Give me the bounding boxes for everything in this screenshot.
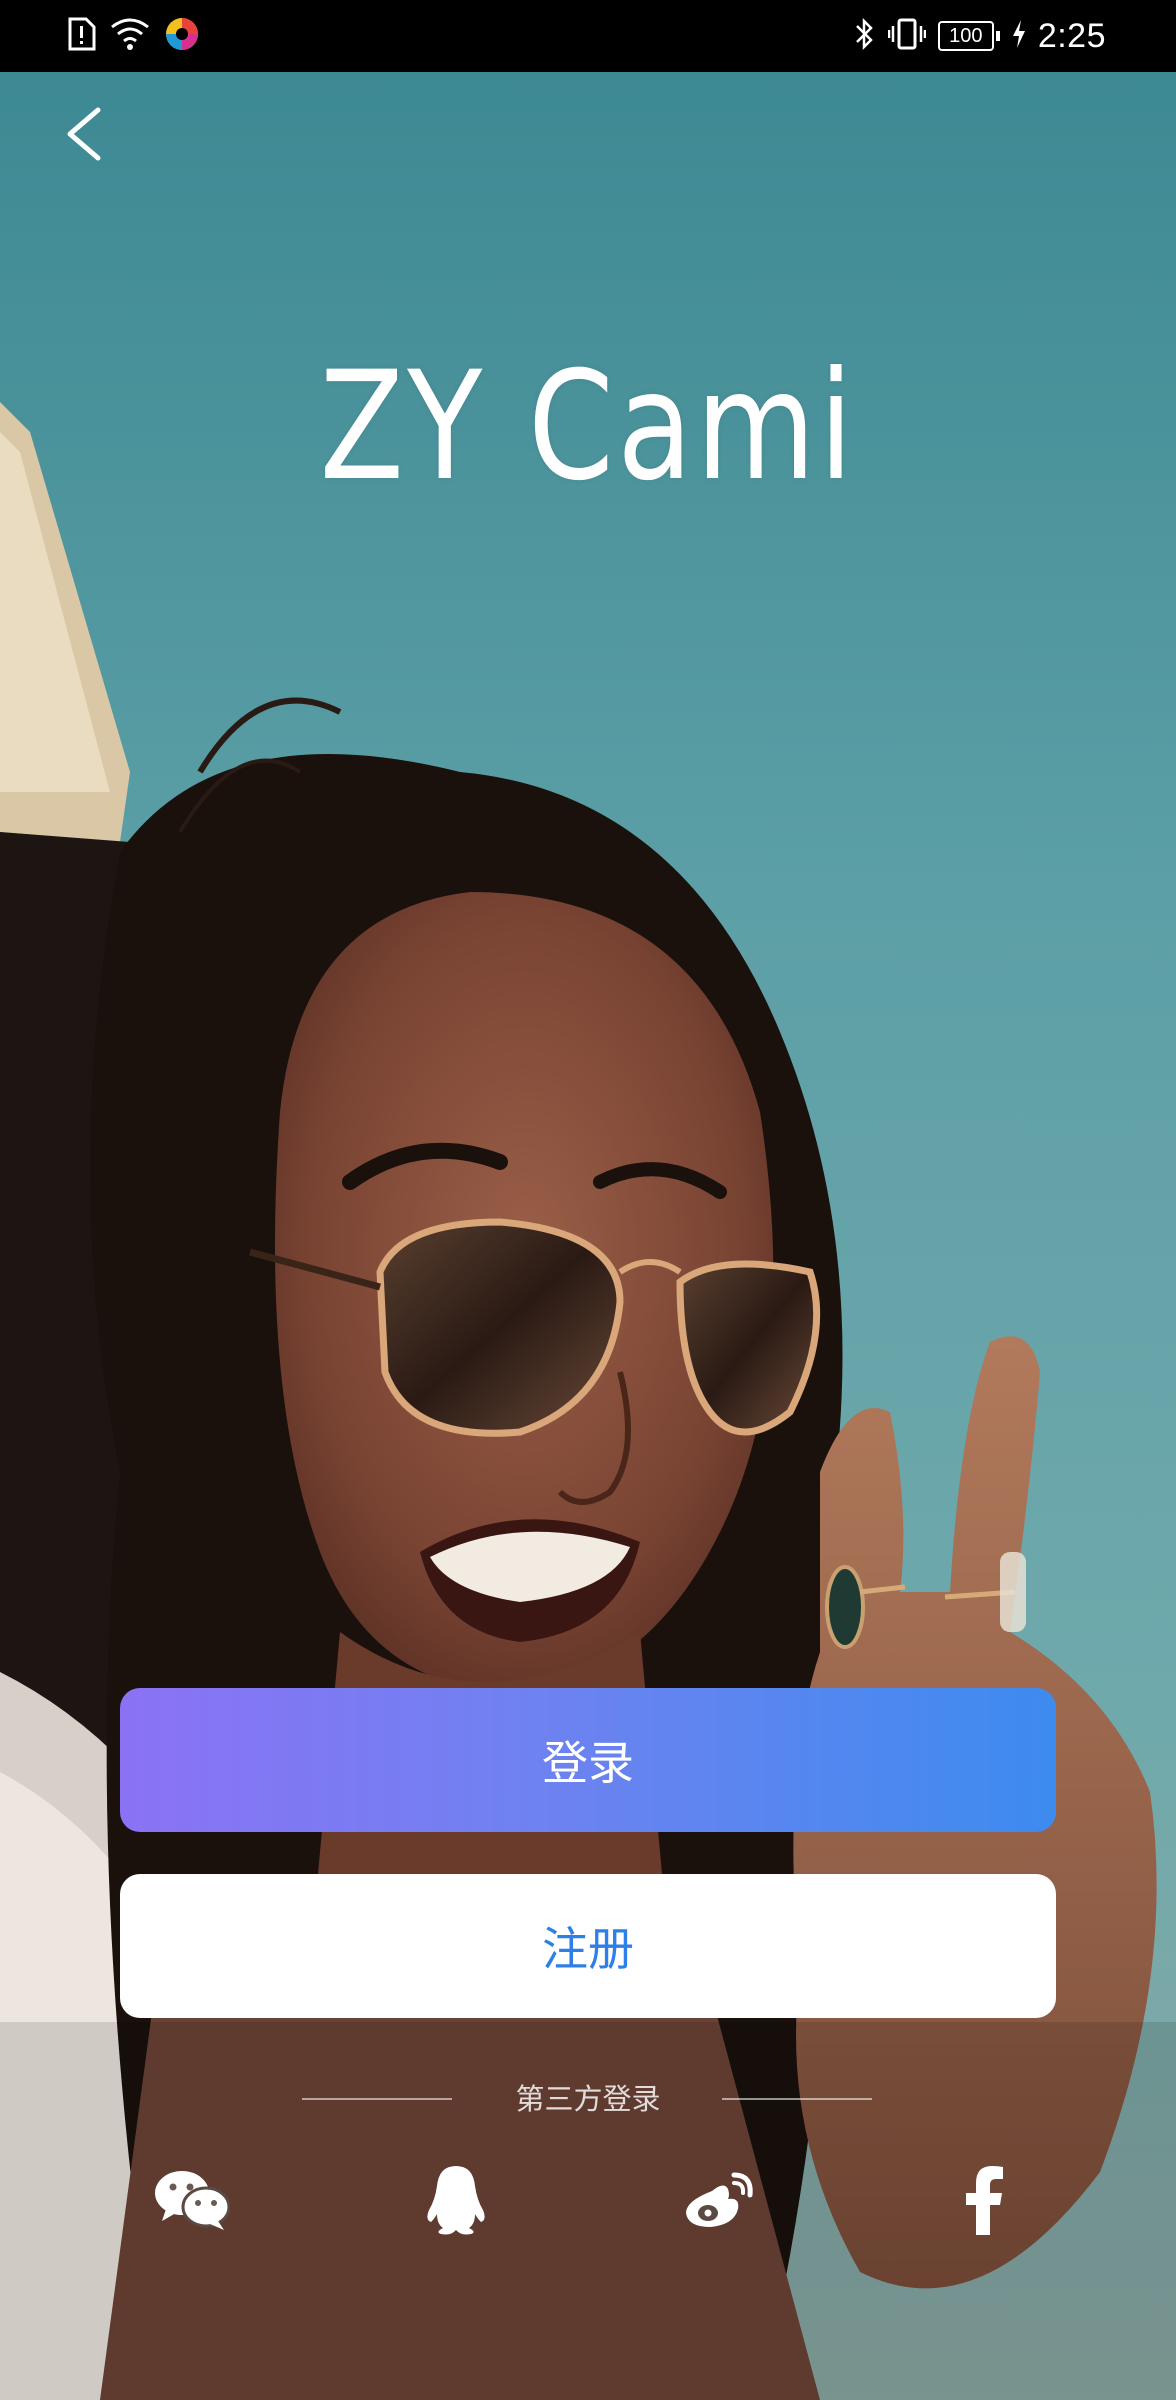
app-title: ZY Cami [319, 340, 857, 514]
weibo-login-button[interactable] [670, 2150, 770, 2250]
charging-icon [1012, 19, 1026, 53]
status-right-icons: 100 2:25 [854, 14, 1106, 58]
chevron-left-icon [67, 107, 101, 161]
qq-icon [427, 2166, 485, 2235]
wifi-icon [110, 17, 150, 55]
vibrate-icon [887, 17, 927, 55]
sim-alert-icon [66, 17, 96, 55]
third-party-divider: 第三方登录 [0, 2074, 1176, 2124]
bluetooth-icon [854, 17, 876, 55]
weibo-icon [686, 2172, 753, 2227]
facebook-login-button[interactable] [934, 2150, 1034, 2250]
social-login-row [0, 2150, 1176, 2250]
login-button[interactable]: 登录 [120, 1688, 1056, 1832]
battery-level: 100 [937, 21, 994, 51]
qq-login-button[interactable] [406, 2150, 506, 2250]
back-button[interactable] [54, 96, 118, 172]
status-time: 2:25 [1037, 16, 1106, 55]
facebook-icon [966, 2166, 1003, 2235]
wechat-icon [155, 2171, 230, 2230]
wechat-login-button[interactable] [142, 2150, 242, 2250]
app-notification-icon [164, 16, 200, 56]
divider-line-right [722, 2098, 872, 2100]
status-left-icons [66, 14, 200, 58]
status-bar: 100 2:25 [0, 0, 1176, 72]
register-button[interactable]: 注册 [120, 1874, 1056, 2018]
battery-icon: 100 [937, 21, 1000, 51]
login-screen: 100 2:25 ZY Cami 登录 注册 第三方登录 [0, 0, 1176, 2400]
third-party-label: 第三方登录 [515, 2082, 661, 2116]
